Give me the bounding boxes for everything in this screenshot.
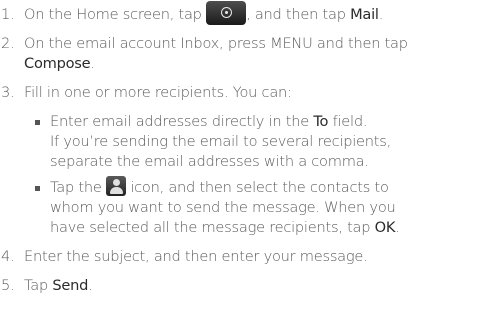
bullet-2-line-1: Tap the icon, and then select the contac…	[50, 176, 389, 198]
step-text: Fill in one or more recipients. You can:	[24, 84, 292, 101]
step-number: 3.	[1, 84, 15, 101]
to-field-label: To	[313, 113, 329, 130]
step-3: 3. Fill in one or more recipients. You ca…	[0, 83, 292, 103]
step-number: 2.	[1, 35, 15, 52]
ok-label: OK	[374, 219, 396, 236]
mail-label: Mail	[350, 6, 379, 23]
bullet-2-line-2: whom you want to send the message. When …	[50, 199, 396, 216]
step-text: Tap	[24, 277, 48, 294]
contacts-icon	[105, 176, 126, 196]
bullet-marker	[35, 120, 40, 125]
step-text: , and then tap	[246, 6, 346, 23]
step-text: On the Home screen, tap	[24, 6, 202, 23]
step-text: On the email account Inbox, press MENU a…	[24, 35, 408, 52]
bullet-2-line-3: have selected all the message recipients…	[50, 219, 400, 236]
instructions-document: 1. On the Home screen, tap , and then tap…	[0, 0, 502, 316]
send-label: Send	[52, 277, 89, 294]
home-button-icon	[206, 1, 247, 25]
bullet-1-line-2: If you’re sending the email to several r…	[50, 133, 391, 150]
step-2: 2. On the email account Inbox, press MENU…	[0, 34, 408, 54]
step-number: 5.	[1, 277, 15, 294]
step-4: 4. Enter the subject, and then enter your…	[0, 247, 368, 267]
bullet-1-line-3: separate the email addresses with a comm…	[50, 153, 369, 170]
step-1: 1. On the Home screen, tap , and then tap…	[0, 1, 383, 25]
bullet-marker	[35, 186, 40, 191]
step-5: 5. Tap Send.	[1, 277, 93, 294]
step-text: Enter the subject, and then enter your m…	[24, 248, 368, 265]
step-2-continued: Compose.	[24, 55, 95, 72]
compose-label: Compose	[24, 55, 91, 72]
bullet-1-line-1: Enter email addresses directly in the To…	[50, 113, 368, 130]
step-number: 4.	[1, 248, 15, 265]
step-number: 1.	[1, 6, 15, 23]
